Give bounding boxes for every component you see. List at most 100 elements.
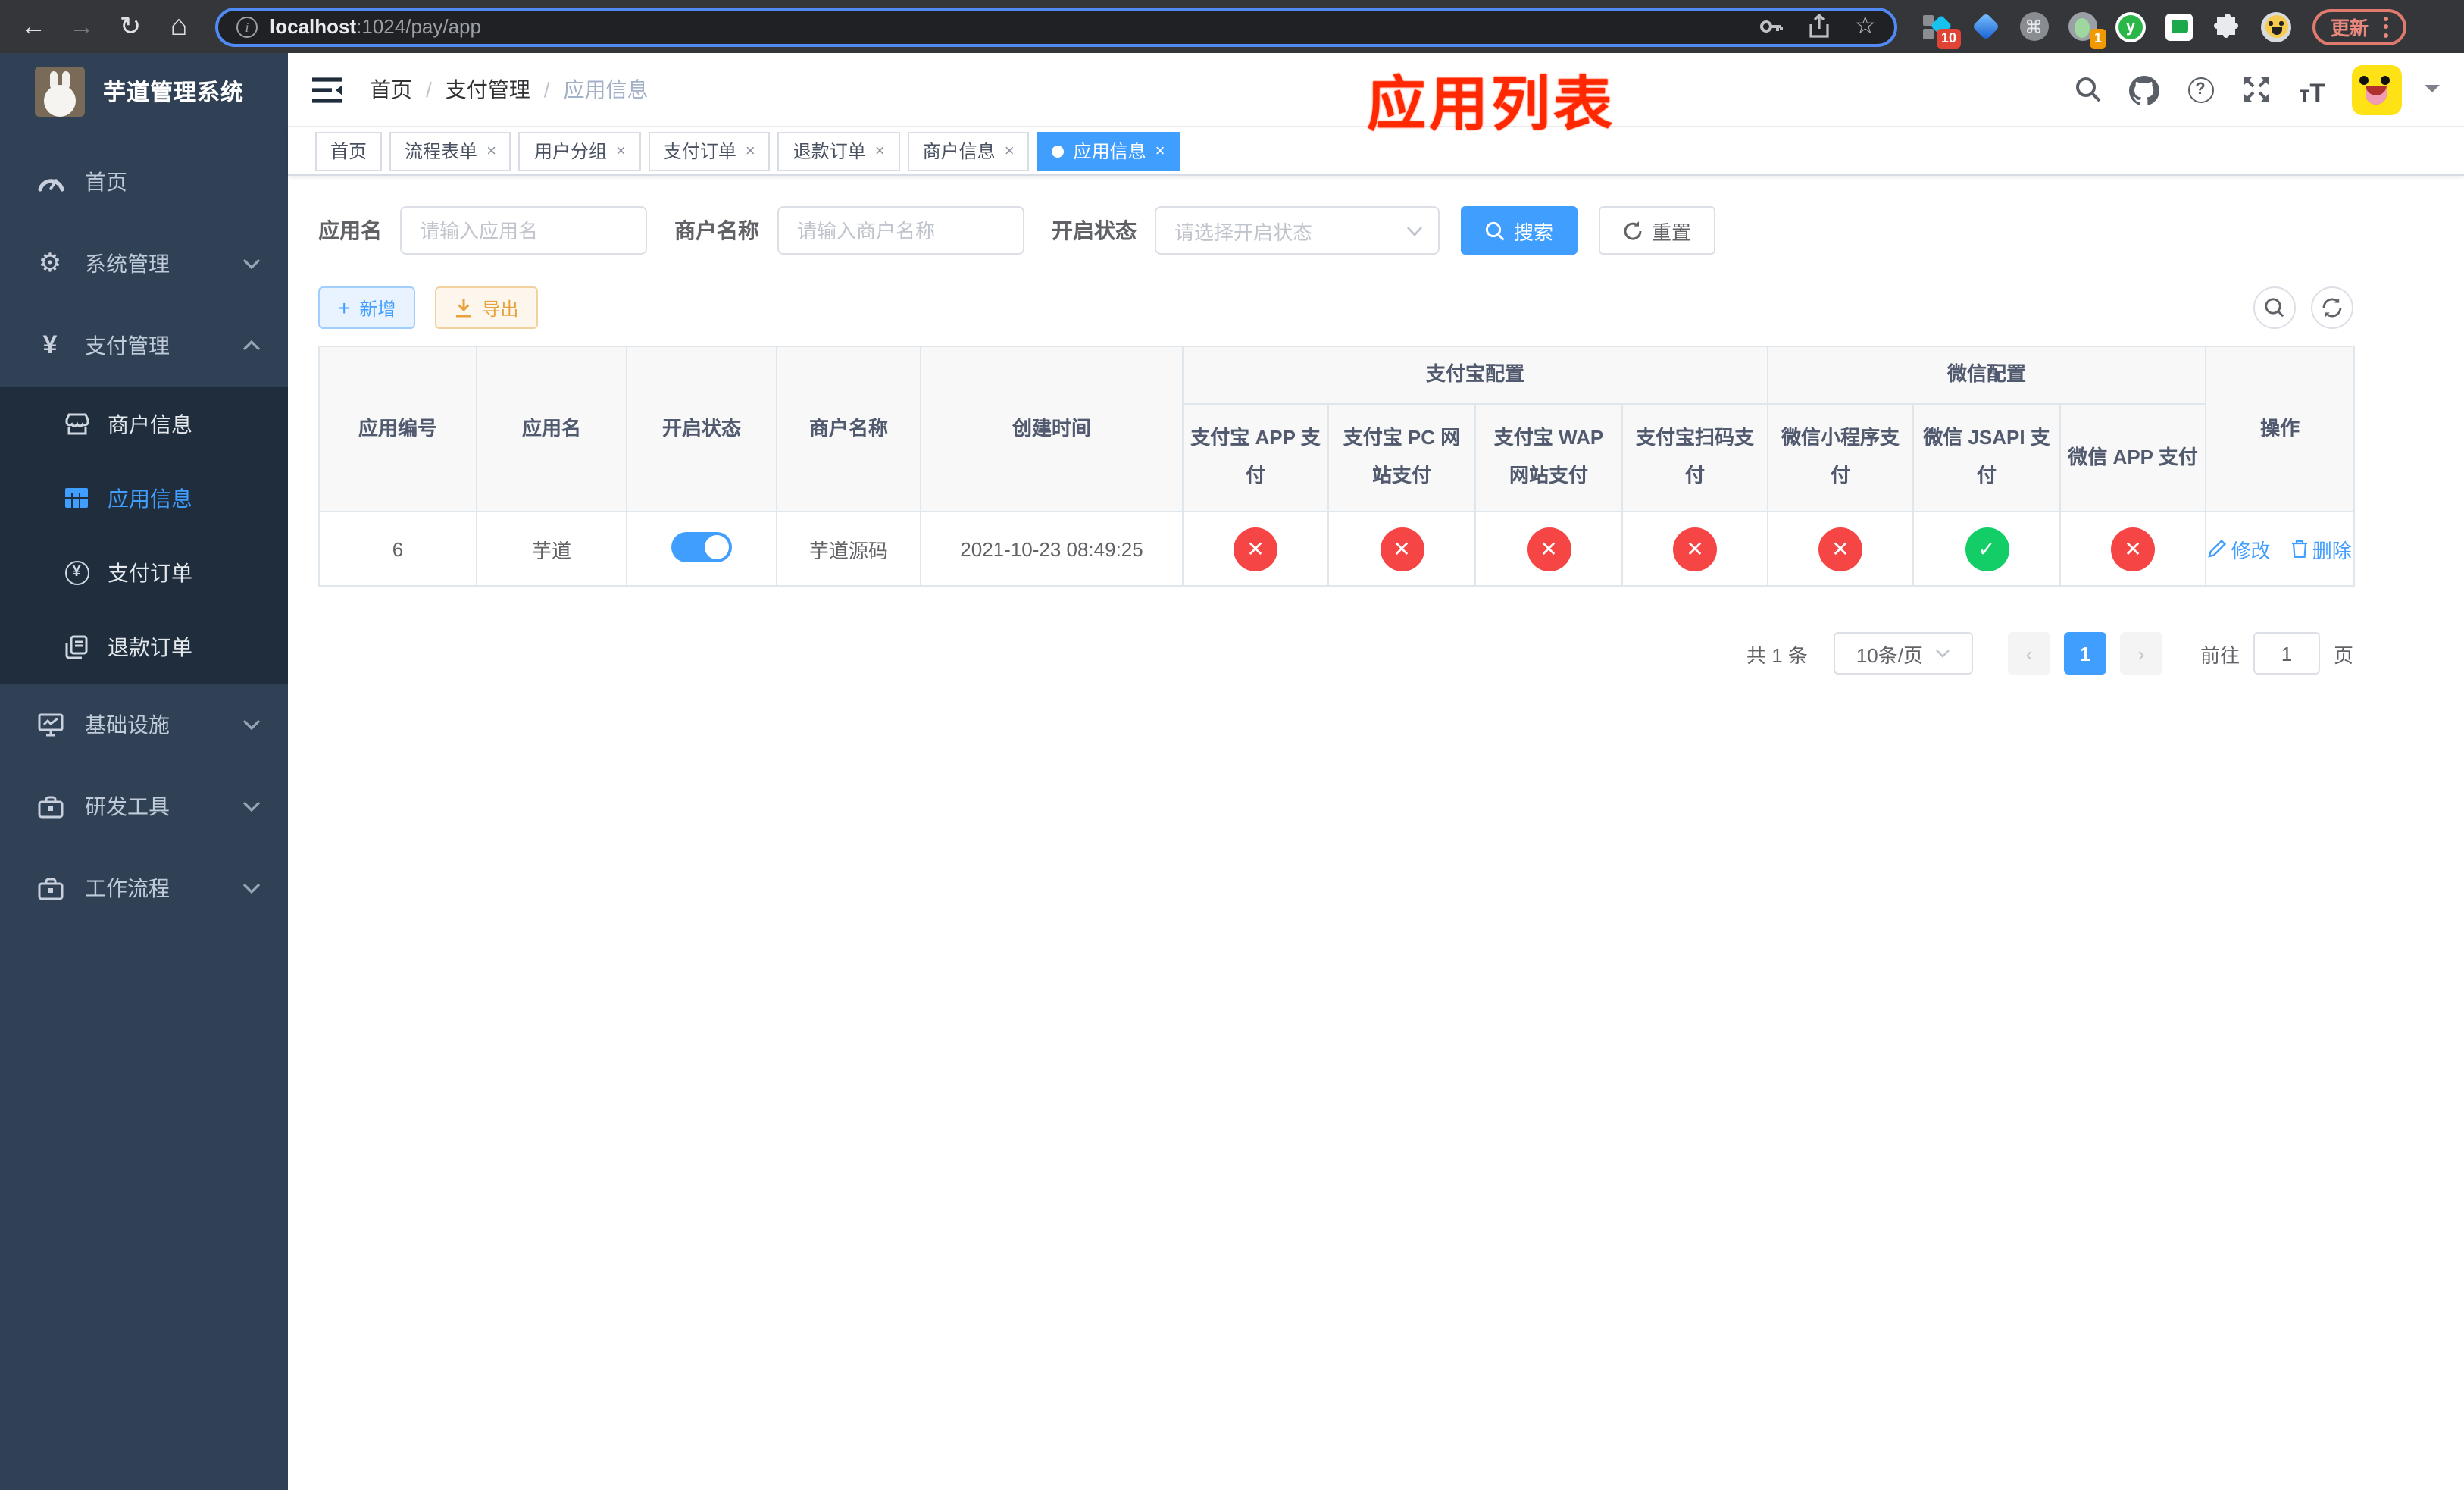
col-alipay-wap: 支付宝 WAP 网站支付: [1474, 403, 1623, 512]
tab-home[interactable]: 首页: [315, 131, 383, 171]
close-icon[interactable]: ×: [1005, 142, 1015, 160]
sidebar-item-system[interactable]: ⚙ 系统管理: [0, 223, 288, 305]
sidebar-fold-icon[interactable]: [312, 77, 342, 102]
status-badge-alipay-wap: ✕: [1527, 527, 1571, 571]
sidebar-item-merchant-info[interactable]: 商户信息: [0, 387, 288, 461]
extension-gem-icon[interactable]: [1970, 11, 2000, 42]
font-size-icon[interactable]: TT: [2296, 73, 2329, 106]
sidebar-item-pay-order[interactable]: ¥ 支付订单: [0, 535, 288, 609]
user-menu-caret-icon[interactable]: [2425, 85, 2440, 100]
close-icon[interactable]: ×: [486, 142, 496, 160]
update-button[interactable]: 更新: [2312, 8, 2407, 45]
extension-command-icon[interactable]: ⌘: [2018, 11, 2049, 42]
password-key-icon[interactable]: [1757, 14, 1783, 39]
show-search-button[interactable]: [2253, 286, 2296, 329]
export-button[interactable]: 导出: [435, 286, 539, 329]
chevron-down-icon: [1406, 226, 1423, 236]
col-status: 开启状态: [626, 346, 777, 512]
forward-icon[interactable]: →: [61, 5, 103, 48]
prev-page-button[interactable]: ‹: [2007, 632, 2050, 675]
breadcrumb: 首页 / 支付管理 / 应用信息: [370, 74, 649, 105]
goto-page-input[interactable]: [2253, 632, 2320, 675]
profile-emoji-icon[interactable]: [2261, 11, 2291, 42]
document-icon: [64, 634, 89, 659]
app-title: 芋道管理系统: [103, 80, 245, 105]
search-button[interactable]: 搜索: [1461, 206, 1578, 255]
browser-chrome: ← → ↻ ⌂ i localhost:1024/pay/app ☆ 10 ⌘ …: [0, 0, 2464, 53]
status-badge-alipay-pc: ✕: [1380, 527, 1424, 571]
status-badge-alipay-app: ✕: [1234, 527, 1277, 571]
download-icon: [456, 298, 472, 317]
reload-icon[interactable]: ↻: [109, 5, 152, 48]
add-button[interactable]: + 新增: [318, 286, 416, 329]
extension-diamond-icon[interactable]: 10: [1921, 11, 1961, 48]
page-size-select[interactable]: 10条/页: [1833, 632, 1973, 675]
user-avatar[interactable]: [2352, 64, 2402, 114]
page-number-1[interactable]: 1: [2063, 632, 2106, 675]
refresh-button[interactable]: [2311, 286, 2353, 329]
share-icon[interactable]: [1807, 14, 1830, 39]
extension-chat-icon[interactable]: [2164, 11, 2194, 42]
breadcrumb-home[interactable]: 首页: [370, 74, 412, 105]
site-info-icon[interactable]: i: [236, 16, 258, 37]
sidebar-item-infra[interactable]: 基础设施: [0, 684, 288, 765]
extension-y-icon[interactable]: y: [2115, 11, 2146, 42]
search-icon: [2265, 298, 2284, 318]
tab-pay-order[interactable]: 支付订单 ×: [648, 131, 771, 171]
tab-app-info[interactable]: 应用信息 ×: [1037, 131, 1180, 171]
sidebar-item-home[interactable]: 首页: [0, 141, 288, 223]
col-app-id: 应用编号: [318, 346, 477, 512]
tab-refund-order[interactable]: 退款订单 ×: [777, 131, 900, 171]
plus-icon: +: [338, 296, 351, 320]
edit-link[interactable]: 修改: [2208, 534, 2270, 563]
app-name-input[interactable]: [400, 206, 647, 255]
row-enabled-toggle[interactable]: [671, 531, 732, 562]
home-icon[interactable]: ⌂: [158, 5, 200, 48]
sidebar-item-app-info[interactable]: 应用信息: [0, 461, 288, 535]
sidebar-item-refund-order[interactable]: 退款订单: [0, 609, 288, 684]
next-page-button[interactable]: ›: [2119, 632, 2162, 675]
extension-badge: 1: [2089, 28, 2106, 48]
chevron-down-icon: [242, 258, 261, 270]
close-icon[interactable]: ×: [875, 142, 885, 160]
close-icon[interactable]: ×: [1155, 142, 1165, 160]
search-icon[interactable]: [2072, 73, 2105, 106]
merchant-name-input[interactable]: [777, 206, 1024, 255]
trash-icon: [2291, 540, 2307, 558]
sidebar-item-devtools[interactable]: 研发工具: [0, 765, 288, 847]
bookmark-star-icon[interactable]: ☆: [1854, 14, 1876, 39]
tab-user-group[interactable]: 用户分组 ×: [518, 131, 641, 171]
github-icon[interactable]: [2128, 73, 2161, 106]
status-select[interactable]: 请选择开启状态: [1155, 206, 1440, 255]
chevron-down-icon: [242, 718, 261, 731]
sidebar-item-workflow[interactable]: 工作流程: [0, 847, 288, 929]
sidebar-item-pay[interactable]: ¥ 支付管理: [0, 305, 288, 387]
breadcrumb-pay[interactable]: 支付管理: [446, 74, 530, 105]
extension-badge: 10: [1936, 28, 1961, 48]
fullscreen-icon[interactable]: [2240, 73, 2273, 106]
active-dot: [1052, 145, 1065, 157]
close-icon[interactable]: ×: [746, 142, 755, 160]
logo-row[interactable]: 芋道管理系统: [0, 53, 288, 129]
cell-merchant: 芋道源码: [776, 511, 921, 587]
extension-avatar-icon[interactable]: 1: [2067, 11, 2106, 48]
app-table: 应用编号 应用名 开启状态 商户名称 创建时间 支付宝配置 微信配置 操作 支付…: [318, 346, 2356, 587]
search-icon: [1485, 221, 1505, 240]
url-text[interactable]: localhost:1024/pay/app: [270, 15, 481, 38]
help-icon[interactable]: ?: [2184, 73, 2217, 106]
browser-menu-icon[interactable]: [2384, 16, 2389, 37]
delete-link[interactable]: 删除: [2291, 534, 2352, 563]
edit-pen-icon: [2208, 540, 2227, 558]
tab-process-form[interactable]: 流程表单 ×: [389, 131, 511, 171]
cell-app-name: 芋道: [476, 511, 627, 587]
yen-circle-icon: ¥: [64, 560, 89, 584]
back-icon[interactable]: ←: [12, 5, 55, 48]
extensions-puzzle-icon[interactable]: [2212, 11, 2243, 42]
cell-app-id: 6: [318, 511, 477, 587]
app-name-label: 应用名: [318, 218, 382, 243]
close-icon[interactable]: ×: [616, 142, 626, 160]
reset-button[interactable]: 重置: [1599, 206, 1716, 255]
url-bar[interactable]: i localhost:1024/pay/app ☆: [215, 7, 1897, 46]
tab-merchant-info[interactable]: 商户信息 ×: [907, 131, 1030, 171]
pagination: 共 1 条 10条/页 ‹ 1 › 前往 页: [318, 632, 2353, 675]
